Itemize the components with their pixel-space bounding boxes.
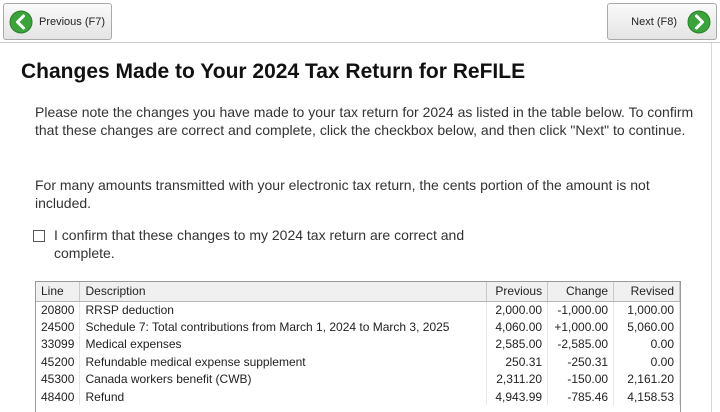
cell-line: 24500 [36,318,81,336]
cell-revised: 4,158.53 [613,387,680,406]
table-row[interactable]: 20800 RRSP deduction 2,000.00 -1,000.00 … [36,301,680,319]
previous-button-label: Previous (F7) [39,15,106,28]
cell-change: -150.00 [547,370,615,388]
arrow-right-icon [687,10,711,33]
cell-revised: 0.00 [613,353,680,371]
cell-line: 48400 [36,387,81,406]
table-header-row: Line Description Previous Change Revised [36,282,680,302]
cell-description: Canada workers benefit (CWB) [79,370,488,388]
table-row[interactable]: 45200 Refundable medical expense supplem… [36,353,680,371]
column-header-change[interactable]: Change [547,282,615,302]
cell-revised: 2,161.20 [613,370,680,388]
table-row[interactable]: 45300 Canada workers benefit (CWB) 2,311… [36,370,680,388]
cell-previous: 2,000.00 [486,301,549,319]
column-header-revised[interactable]: Revised [613,282,680,302]
confirm-checkbox-label[interactable]: I confirm that these changes to my 2024 … [54,226,499,262]
cell-description: RRSP deduction [79,301,488,319]
previous-button[interactable]: Previous (F7) [3,3,112,40]
arrow-left-icon [9,10,33,33]
cell-line: 20800 [36,301,81,319]
confirm-checkbox[interactable] [33,230,45,242]
cell-previous: 2,585.00 [486,335,549,354]
cell-previous: 250.31 [486,353,549,371]
column-header-line[interactable]: Line [36,282,81,302]
window-edge-divider [711,43,712,412]
cell-line: 45300 [36,370,81,388]
cell-description: Refundable medical expense supplement [79,353,488,371]
cell-previous: 4,060.00 [486,318,549,336]
cell-change: -250.31 [547,353,615,371]
cell-revised: 0.00 [613,335,680,354]
cell-change: -1,000.00 [547,301,615,319]
cell-previous: 2,311.20 [486,370,549,388]
cell-revised: 1,000.00 [613,301,680,319]
page-title: Changes Made to Your 2024 Tax Return for… [21,60,526,83]
changes-table: Line Description Previous Change Revised… [35,281,681,412]
table-row[interactable]: 33099 Medical expenses 2,585.00 -2,585.0… [36,335,680,354]
column-header-previous[interactable]: Previous [486,282,549,302]
cell-previous: 4,943.99 [486,387,549,406]
cell-description: Medical expenses [79,335,488,354]
cell-description: Refund [79,387,488,406]
cell-change: +1,000.00 [547,318,615,336]
cell-description: Schedule 7: Total contributions from Mar… [79,318,488,336]
cell-change: -785.46 [547,387,615,406]
cell-revised: 5,060.00 [613,318,680,336]
cell-change: -2,585.00 [547,335,615,354]
next-button-label: Next (F8) [631,15,677,28]
intro-text: Please note the changes you have made to… [35,104,694,138]
navigation-bar: Previous (F7) Next (F8) [0,0,720,43]
cell-line: 45200 [36,353,81,371]
cell-line: 33099 [36,335,81,354]
cents-note: For many amounts transmitted with your e… [35,177,650,211]
confirm-changes-checkbox-row[interactable]: I confirm that these changes to my 2024 … [33,226,503,262]
table-row[interactable]: 48400 Refund 4,943.99 -785.46 4,158.53 [36,387,680,406]
table-row[interactable]: 24500 Schedule 7: Total contributions fr… [36,318,680,336]
column-header-description[interactable]: Description [79,282,488,302]
next-button[interactable]: Next (F8) [607,3,717,40]
